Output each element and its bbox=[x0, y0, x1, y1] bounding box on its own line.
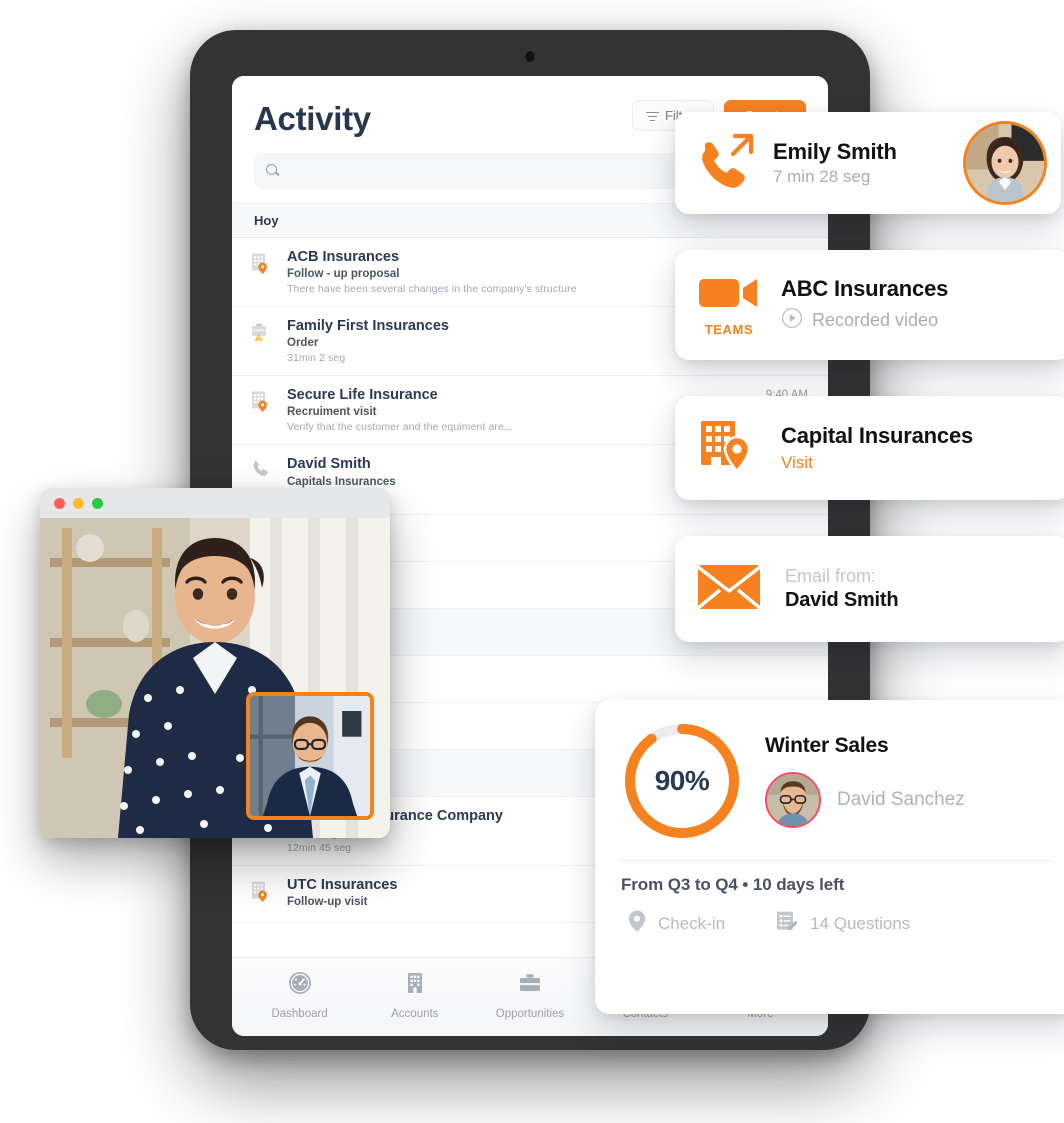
opportunity-range: From Q3 to Q4 • 10 days left bbox=[621, 875, 845, 894]
teams-company: ABC Insurances bbox=[781, 276, 949, 301]
form-icon bbox=[775, 909, 799, 938]
checkin-label: Check-in bbox=[658, 913, 726, 933]
opportunity-details: Winter Sales David Sanchez bbox=[765, 734, 1053, 828]
call-notification-card[interactable]: Emily Smith 7 min 28 seg bbox=[675, 112, 1061, 214]
email-sender-name: David Smith bbox=[785, 589, 899, 612]
building-pin-icon bbox=[250, 386, 274, 413]
map-pin-icon bbox=[627, 909, 647, 938]
play-circle-icon bbox=[781, 307, 803, 334]
briefcase-warning-icon bbox=[250, 317, 274, 344]
progress-percent: 90% bbox=[654, 765, 710, 796]
phone-icon bbox=[250, 455, 274, 482]
checkin-action[interactable]: Check-in bbox=[627, 909, 725, 938]
visit-company: Capital Insurances bbox=[781, 423, 974, 448]
progress-donut: 90% bbox=[621, 720, 743, 842]
video-call-window[interactable] bbox=[40, 488, 390, 838]
visit-type: Visit bbox=[781, 453, 813, 472]
call-duration: 7 min 28 seg bbox=[773, 167, 871, 187]
opportunity-owner: David Sanchez bbox=[765, 772, 1053, 828]
questions-action[interactable]: 14 Questions bbox=[775, 909, 910, 938]
tab-label: Opportunities bbox=[495, 1008, 565, 1020]
email-info: Email from: David Smith bbox=[785, 565, 899, 613]
owner-name: David Sanchez bbox=[837, 789, 965, 810]
caller-name: Emily Smith bbox=[773, 138, 897, 164]
teams-subtitle: Recorded video bbox=[812, 310, 939, 330]
opportunity-card[interactable]: 90% Winter Sales David Sanchez From Q3 t… bbox=[595, 700, 1064, 1014]
visit-card[interactable]: Capital Insurances Visit bbox=[675, 396, 1064, 500]
teams-subtitle-row: Recorded video bbox=[781, 307, 948, 334]
email-from-label: Email from: bbox=[785, 565, 877, 586]
opportunity-summary: 90% Winter Sales David Sanchez bbox=[621, 720, 1053, 842]
opportunity-actions: Check-in 14 Questions bbox=[621, 909, 1053, 938]
page-title: Activity bbox=[254, 100, 371, 137]
window-title-bar bbox=[40, 488, 390, 518]
tab-opportunities[interactable]: Opportunities bbox=[472, 970, 587, 1020]
questions-label: 14 Questions bbox=[810, 913, 911, 933]
envelope-icon bbox=[696, 563, 762, 616]
tab-accounts[interactable]: Accounts bbox=[357, 970, 472, 1020]
video-camera-icon bbox=[697, 279, 761, 317]
composite-scene: Activity Filters Create bbox=[0, 0, 1064, 1123]
front-camera-icon bbox=[525, 51, 535, 62]
minimize-button[interactable] bbox=[73, 497, 84, 509]
call-info: Emily Smith 7 min 28 seg bbox=[773, 139, 897, 187]
close-button[interactable] bbox=[54, 497, 65, 509]
avatar bbox=[765, 772, 821, 828]
dashboard-icon bbox=[287, 970, 313, 1001]
video-pip-feed[interactable] bbox=[246, 692, 374, 820]
teams-label: TEAMS bbox=[704, 322, 754, 337]
filter-icon bbox=[645, 111, 659, 122]
tab-label: Accounts bbox=[391, 1008, 439, 1020]
visit-info: Capital Insurances Visit bbox=[781, 423, 973, 473]
divider bbox=[621, 860, 1053, 861]
email-card[interactable]: Email from: David Smith bbox=[675, 536, 1064, 642]
phone-outgoing-icon bbox=[695, 132, 757, 195]
building-pin-icon bbox=[250, 876, 274, 903]
building-pin-icon bbox=[250, 248, 274, 275]
tab-label: Dashboard bbox=[271, 1008, 328, 1020]
teams-recording-card[interactable]: TEAMS ABC Insurances Recorded video bbox=[675, 250, 1064, 360]
opportunity-title: Winter Sales bbox=[765, 734, 889, 757]
teams-brand: TEAMS bbox=[697, 273, 761, 337]
search-icon bbox=[266, 164, 280, 178]
briefcase-icon bbox=[517, 970, 543, 1001]
avatar bbox=[963, 121, 1047, 205]
zoom-button[interactable] bbox=[92, 497, 103, 509]
teams-info: ABC Insurances Recorded video bbox=[781, 276, 948, 334]
building-pin-icon bbox=[697, 415, 759, 482]
tab-dashboard[interactable]: Dashboard bbox=[242, 970, 357, 1020]
building-icon bbox=[402, 970, 428, 1001]
